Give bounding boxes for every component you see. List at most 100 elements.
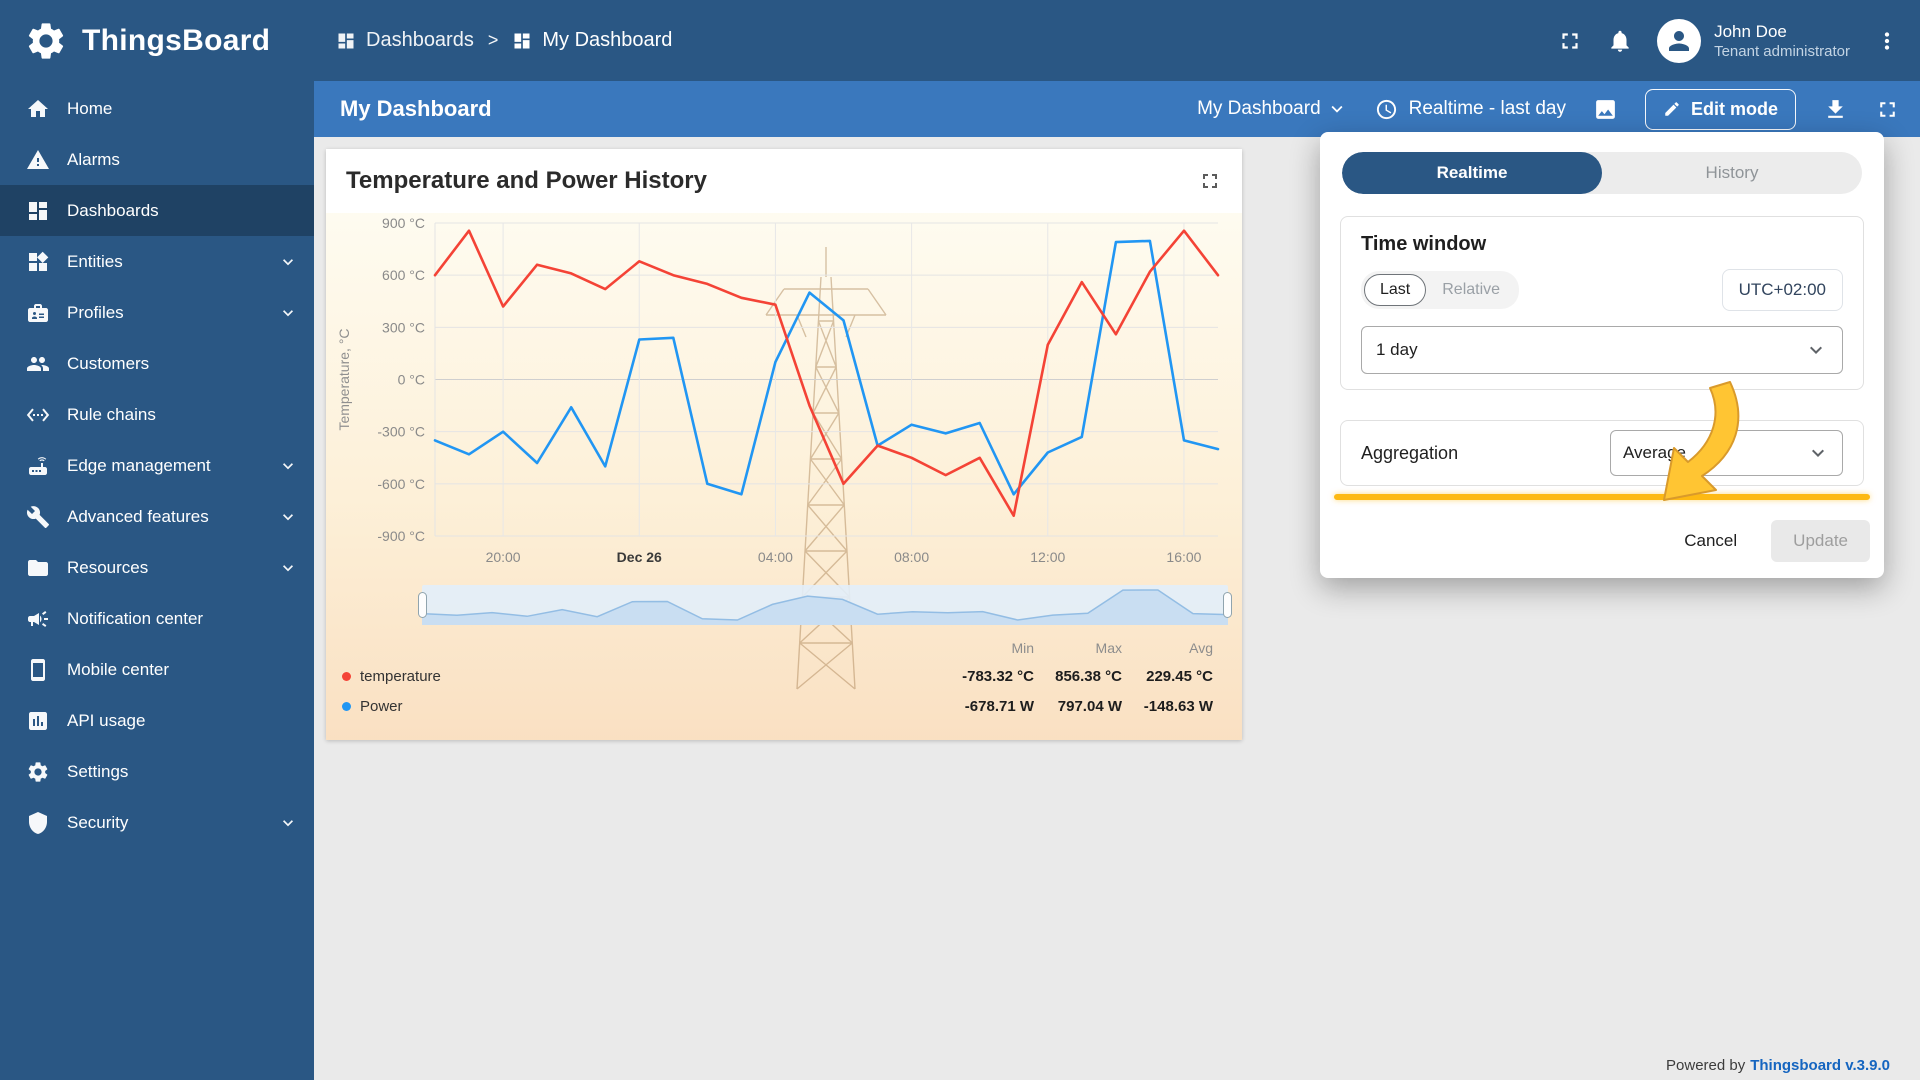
sidebar-item-edge-management[interactable]: Edge management [0,440,314,491]
legend-value: 229.45 °C [1122,668,1213,685]
navigator-left-handle[interactable] [418,592,427,618]
home-icon [26,97,50,121]
avatar [1657,19,1701,63]
legend-series-toggle[interactable]: Power [342,698,944,715]
fullscreen-icon[interactable] [1557,28,1583,54]
dashboard-select[interactable]: My Dashboard [1197,98,1348,120]
sidebar-item-label: Alarms [67,150,120,170]
legend-value: -678.71 W [944,698,1034,715]
version-link[interactable]: Thingsboard v.3.9.0 [1750,1057,1890,1074]
background-image-icon[interactable] [1593,97,1618,122]
sidebar-item-label: Entities [67,252,123,272]
breadcrumb-label: My Dashboard [542,29,672,52]
sidebar-item-customers[interactable]: Customers [0,338,314,389]
kebab-menu-icon[interactable] [1874,28,1900,54]
app-title: ThingsBoard [82,24,270,58]
sidebar-item-security[interactable]: Security [0,797,314,848]
legend-row: Power-678.71 W797.04 W-148.63 W [342,691,1213,721]
sidebar-item-notification-center[interactable]: Notification center [0,593,314,644]
toggle-relative[interactable]: Relative [1426,274,1516,306]
sidebar-item-dashboards[interactable]: Dashboards [0,185,314,236]
edit-mode-label: Edit mode [1691,99,1778,120]
sidebar-item-resources[interactable]: Resources [0,542,314,593]
legend-value: 797.04 W [1034,698,1122,715]
highlighted-divider [1334,494,1870,500]
sidebar-item-label: Notification center [67,609,203,629]
thingsboard-logo-icon [24,19,68,63]
time-navigator[interactable] [422,585,1228,625]
sidebar-item-label: Advanced features [67,507,209,527]
download-icon[interactable] [1823,97,1848,122]
chevron-down-icon [278,558,298,578]
settings-icon [26,760,50,784]
widget-title: Temperature and Power History [346,167,707,195]
tab-history[interactable]: History [1602,152,1862,194]
aggregation-section: Aggregation Average [1340,420,1864,486]
dashboard-toolbar: My Dashboard My Dashboard Realtime - las… [314,81,1920,137]
tab-realtime[interactable]: Realtime [1342,152,1602,194]
fullscreen-icon[interactable] [1875,97,1900,122]
notifications-bell-icon[interactable] [1607,28,1633,54]
panel-actions: Cancel Update [1670,520,1870,562]
interval-select-value: 1 day [1376,340,1418,360]
legend-series-toggle[interactable]: temperature [342,668,944,685]
user-menu[interactable]: John Doe Tenant administrator [1657,19,1850,63]
footer: Powered by Thingsboard v.3.9.0 [1666,1057,1890,1074]
timewindow-button[interactable]: Realtime - last day [1375,98,1566,121]
timewindow-tabs: Realtime History [1342,152,1862,194]
chevron-down-icon [278,507,298,527]
breadcrumb-my-dashboard[interactable]: My Dashboard [512,29,672,52]
widget-header: Temperature and Power History [326,149,1242,213]
api-usage-icon [26,709,50,733]
sidebar-item-label: API usage [67,711,145,731]
aggregation-label: Aggregation [1361,443,1458,464]
sidebar-item-advanced-features[interactable]: Advanced features [0,491,314,542]
chevron-down-icon [1806,441,1830,465]
legend-row: temperature-783.32 °C856.38 °C229.45 °C [342,661,1213,691]
navigator-right-handle[interactable] [1223,592,1232,618]
sidebar-item-profiles[interactable]: Profiles [0,287,314,338]
page-title: My Dashboard [340,96,492,122]
chevron-down-icon [278,813,298,833]
chevron-down-icon [278,456,298,476]
chevron-down-icon [1804,338,1828,362]
sidebar-item-settings[interactable]: Settings [0,746,314,797]
sidebar-item-label: Mobile center [67,660,169,680]
sidebar-item-home[interactable]: Home [0,83,314,134]
sidebar-item-label: Rule chains [67,405,156,425]
clock-icon [1375,98,1398,121]
legend-value: -783.32 °C [944,668,1034,685]
cancel-button[interactable]: Cancel [1670,521,1751,561]
interval-type-toggle: Last Relative [1361,271,1519,309]
legend: MinMaxAvgtemperature-783.32 °C856.38 °C2… [342,635,1213,721]
fullscreen-icon[interactable] [1198,169,1222,193]
header-actions: John Doe Tenant administrator [1557,19,1920,63]
sidebar-item-label: Profiles [67,303,124,323]
sidebar-item-label: Settings [67,762,128,782]
mobile-center-icon [26,658,50,682]
edit-mode-button[interactable]: Edit mode [1645,89,1796,130]
legend-header: MinMaxAvg [342,635,1213,661]
interval-select[interactable]: 1 day [1361,326,1843,374]
toggle-last[interactable]: Last [1364,274,1426,306]
sidebar-item-rule-chains[interactable]: Rule chains [0,389,314,440]
sidebar-item-api-usage[interactable]: API usage [0,695,314,746]
sidebar-item-label: Dashboards [67,201,159,221]
timezone-button[interactable]: UTC+02:00 [1722,269,1843,311]
aggregation-select[interactable]: Average [1610,430,1843,476]
user-role: Tenant administrator [1714,43,1850,60]
breadcrumb: Dashboards > My Dashboard [336,29,672,52]
thingsboard-logo[interactable]: ThingsBoard [0,19,314,63]
customers-icon [26,352,50,376]
edge-management-icon [26,454,50,478]
sidebar-item-label: Security [67,813,128,833]
breadcrumb-dashboards[interactable]: Dashboards [336,29,474,52]
time-window-title: Time window [1361,233,1843,256]
update-button[interactable]: Update [1771,520,1870,562]
sidebar-item-mobile-center[interactable]: Mobile center [0,644,314,695]
dashboard-select-value: My Dashboard [1197,98,1321,120]
sidebar-item-entities[interactable]: Entities [0,236,314,287]
sidebar-item-alarms[interactable]: Alarms [0,134,314,185]
dashboards-icon [336,31,356,51]
powered-by-text: Powered by [1666,1057,1745,1074]
